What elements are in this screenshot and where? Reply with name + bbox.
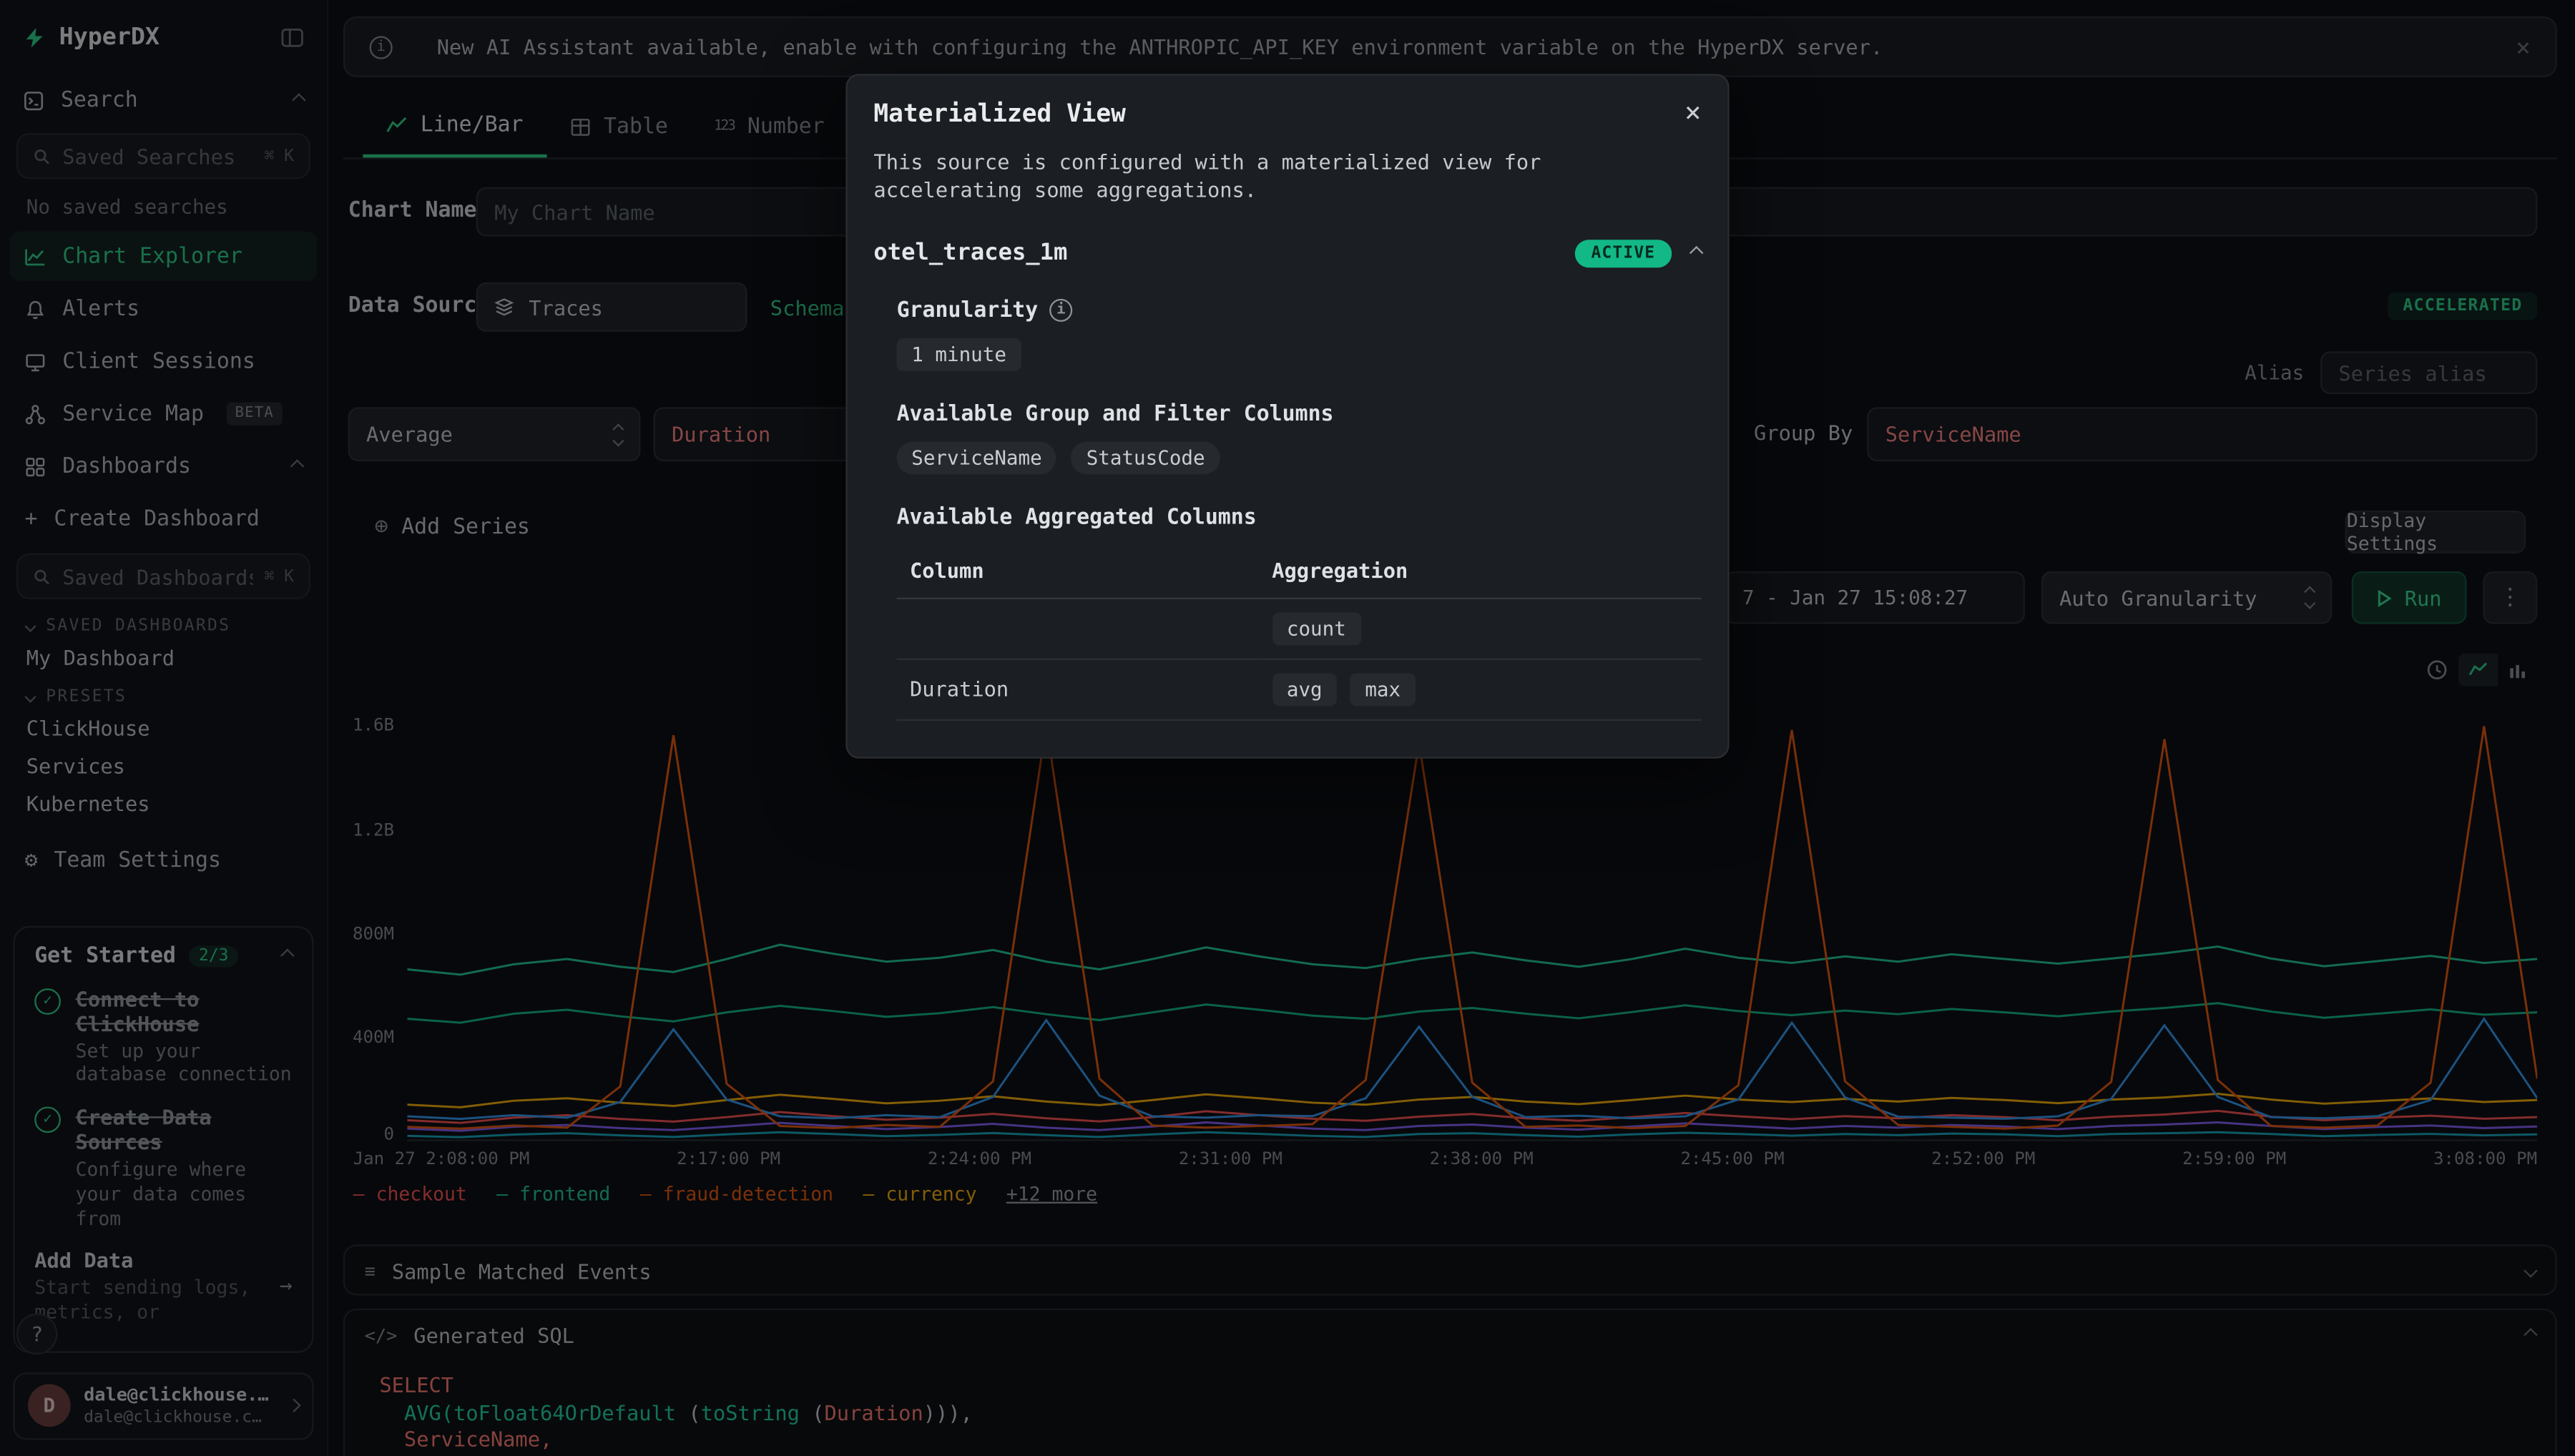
column-header: Column	[897, 543, 1259, 598]
info-icon[interactable]: i	[1049, 299, 1072, 322]
modal-header: Materialized View ×	[873, 99, 1701, 128]
aggregation-chip: count	[1272, 612, 1360, 645]
materialized-table-details: Granularity i 1 minute Available Group a…	[873, 298, 1701, 720]
modal-description: This source is configured with a materia…	[873, 149, 1701, 205]
heading-text: Granularity	[897, 298, 1039, 323]
column-chip-statuscode: StatusCode	[1071, 441, 1220, 474]
materialized-table-row[interactable]: otel_traces_1m ACTIVE	[873, 240, 1701, 267]
close-icon[interactable]: ×	[1684, 99, 1702, 127]
aggregated-columns-heading: Available Aggregated Columns	[897, 506, 1702, 530]
modal-title: Materialized View	[873, 99, 1125, 128]
aggregation-chip: max	[1350, 673, 1416, 706]
aggregation-header: Aggregation	[1259, 543, 1702, 598]
aggregated-columns-table: Column Aggregation count Duration avgmax	[897, 543, 1702, 720]
group-filter-heading: Available Group and Filter Columns	[897, 402, 1702, 426]
table-row: count	[897, 598, 1702, 659]
app-viewport: HyperDX Search ⌘ K No saved searches Cha…	[0, 0, 2575, 1456]
aggregation-chip: avg	[1272, 673, 1337, 706]
column-chip-servicename: ServiceName	[897, 441, 1057, 474]
table-row: Duration avgmax	[897, 659, 1702, 719]
active-status-badge: ACTIVE	[1574, 240, 1672, 267]
column-cell: Duration	[897, 659, 1259, 719]
column-cell	[897, 598, 1259, 659]
materialized-table-name: otel_traces_1m	[873, 240, 1067, 267]
chevron-up-icon	[1689, 246, 1703, 260]
granularity-chip: 1 minute	[897, 338, 1021, 370]
granularity-heading: Granularity i	[897, 298, 1702, 323]
materialized-view-modal: Materialized View × This source is confi…	[845, 74, 1729, 758]
